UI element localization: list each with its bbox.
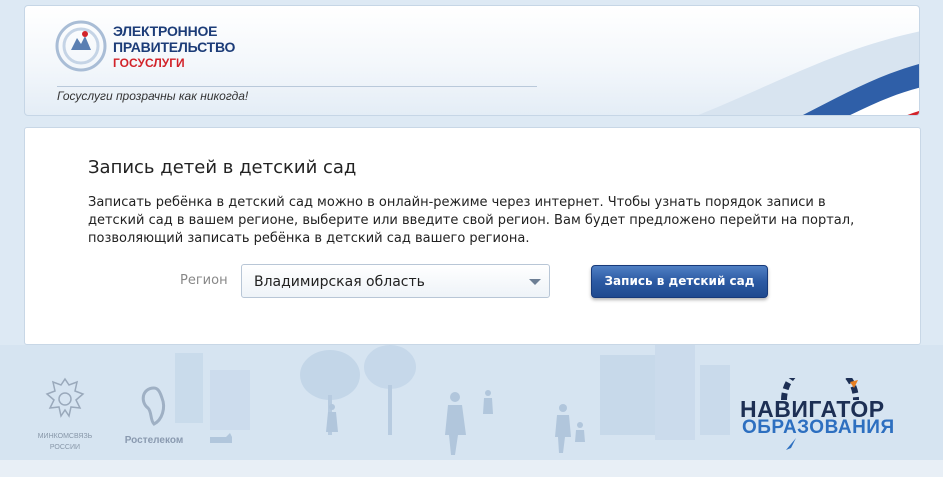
kindergarten-enrollment-card: Запись детей в детский сад Записать ребё… (24, 127, 921, 345)
navigator-obrazovaniya-logo: НАВИГАТОР ОБРАЗОВАНИЯ (740, 378, 910, 450)
region-select-value: Владимирская область (254, 274, 425, 290)
rostelecom-label: Ростелеком (124, 435, 184, 446)
navigator-line-2: ОБРАЗОВАНИЯ (742, 417, 895, 438)
enroll-button[interactable]: Запись в детский сад (591, 265, 768, 298)
flag-wave-decoration (698, 31, 919, 115)
slogan: Госуслуги прозрачны как никогда! (57, 86, 537, 103)
brand-line-2: ПРАВИТЕЛЬСТВО (113, 39, 236, 55)
rostelecom-logo: Ростелеком (118, 384, 190, 446)
bottom-strip (0, 460, 943, 477)
page-title: Запись детей в детский сад (88, 157, 357, 178)
brand-line-1: ЭЛЕКТРОННОЕ (113, 23, 218, 39)
description-text: Записать ребёнка в детский сад можно в о… (88, 195, 855, 246)
arrow-cursor-icon (786, 438, 796, 450)
brand-line-3: ГОСУСЛУГИ (113, 56, 185, 70)
region-select[interactable]: Владимирская область (241, 264, 550, 298)
chevron-down-icon (529, 279, 541, 285)
minkomsvyaz-logo: МИНКОМСВЯЗЬ РОССИИ (32, 375, 98, 452)
site-header: ЭЛЕКТРОННОЕ ПРАВИТЕЛЬСТВО ГОСУСЛУГИ Госу… (24, 5, 920, 116)
rostelecom-icon (141, 386, 166, 426)
gosuslugi-logo-icon (55, 20, 107, 72)
region-label: Регион (180, 273, 228, 288)
coat-of-arms-icon (45, 377, 85, 418)
minkom-line-2: РОССИИ (49, 444, 81, 451)
minkom-line-1: МИНКОМСВЯЗЬ (37, 433, 93, 440)
brand-title: ЭЛЕКТРОННОЕ ПРАВИТЕЛЬСТВО ГОСУСЛУГИ (113, 23, 235, 71)
